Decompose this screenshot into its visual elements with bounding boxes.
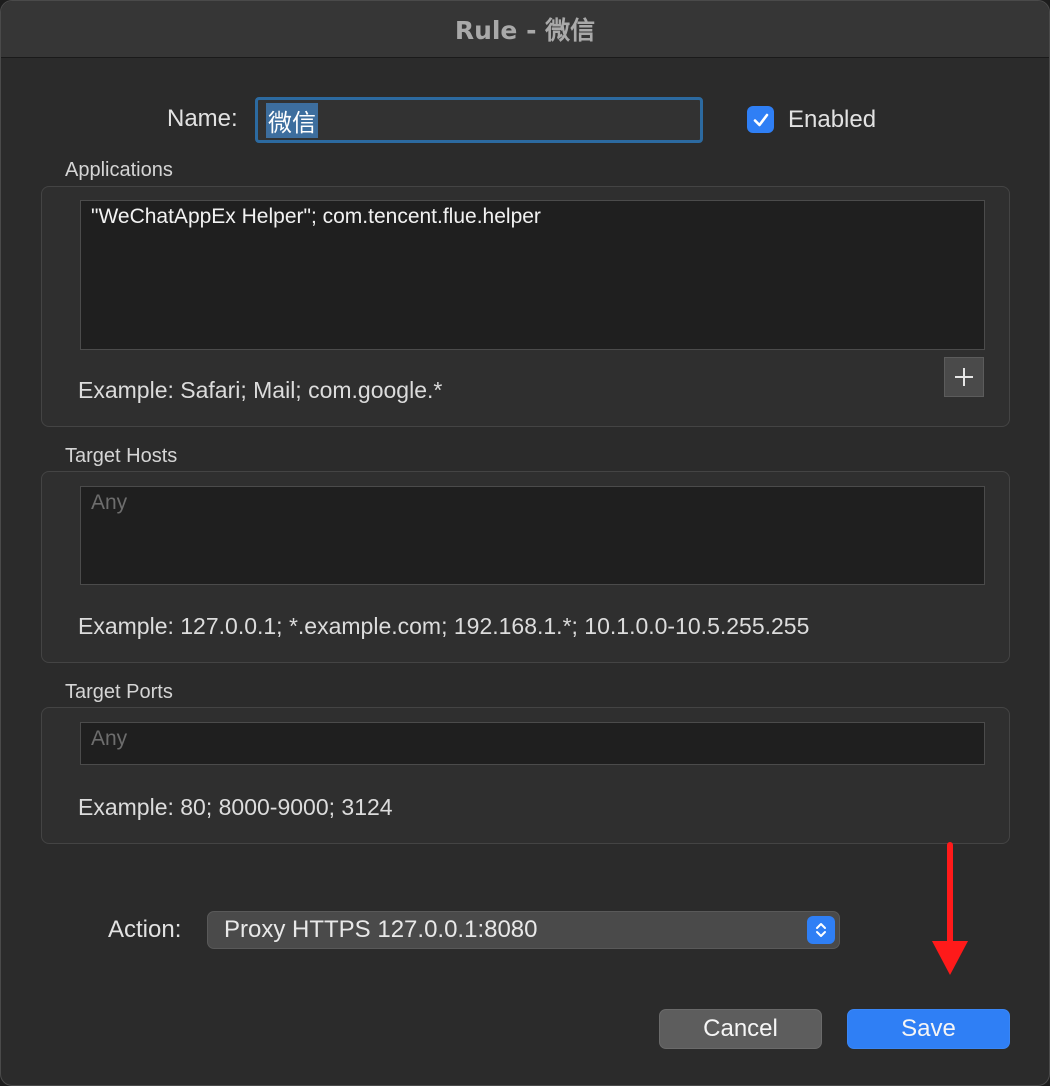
checkmark-icon — [753, 113, 768, 126]
target-hosts-group: Any Example: 127.0.0.1; *.example.com; 1… — [41, 471, 1010, 663]
applications-value: "WeChatAppEx Helper"; com.tencent.flue.h… — [91, 205, 541, 228]
name-input[interactable]: 微信 — [255, 97, 703, 143]
target-ports-input[interactable]: Any — [80, 722, 985, 765]
applications-textarea[interactable]: "WeChatAppEx Helper"; com.tencent.flue.h… — [80, 200, 985, 350]
action-selected-value: Proxy HTTPS 127.0.0.1:8080 — [224, 916, 538, 943]
target-hosts-placeholder: Any — [91, 491, 128, 514]
target-ports-placeholder: Any — [91, 727, 128, 750]
enabled-checkbox[interactable] — [747, 106, 774, 133]
name-label: Name: — [167, 105, 238, 132]
select-stepper-icon — [807, 916, 835, 944]
target-ports-label: Target Ports — [65, 681, 173, 703]
applications-group: "WeChatAppEx Helper"; com.tencent.flue.h… — [41, 186, 1010, 427]
target-hosts-example: Example: 127.0.0.1; *.example.com; 192.1… — [78, 613, 810, 639]
target-ports-example: Example: 80; 8000-9000; 3124 — [78, 794, 393, 820]
action-label: Action: — [108, 916, 182, 943]
save-button[interactable]: Save — [847, 1009, 1010, 1049]
window-title: Rule - 微信 — [454, 16, 596, 45]
applications-label: Applications — [65, 159, 173, 181]
applications-example: Example: Safari; Mail; com.google.* — [78, 377, 443, 403]
name-input-value: 微信 — [266, 102, 318, 138]
action-select[interactable]: Proxy HTTPS 127.0.0.1:8080 — [207, 911, 840, 949]
plus-icon — [955, 368, 973, 386]
target-hosts-textarea[interactable]: Any — [80, 486, 985, 585]
rule-dialog: Rule - 微信 Name: 微信 Enabled Applications … — [0, 0, 1050, 1086]
target-hosts-label: Target Hosts — [65, 445, 178, 467]
title-bar[interactable]: Rule - 微信 — [1, 1, 1049, 58]
enabled-label[interactable]: Enabled — [788, 106, 876, 134]
cancel-button[interactable]: Cancel — [659, 1009, 822, 1049]
annotation-arrow-icon — [932, 842, 968, 975]
target-ports-group: Any Example: 80; 8000-9000; 3124 — [41, 707, 1010, 844]
add-application-button[interactable] — [944, 357, 984, 397]
